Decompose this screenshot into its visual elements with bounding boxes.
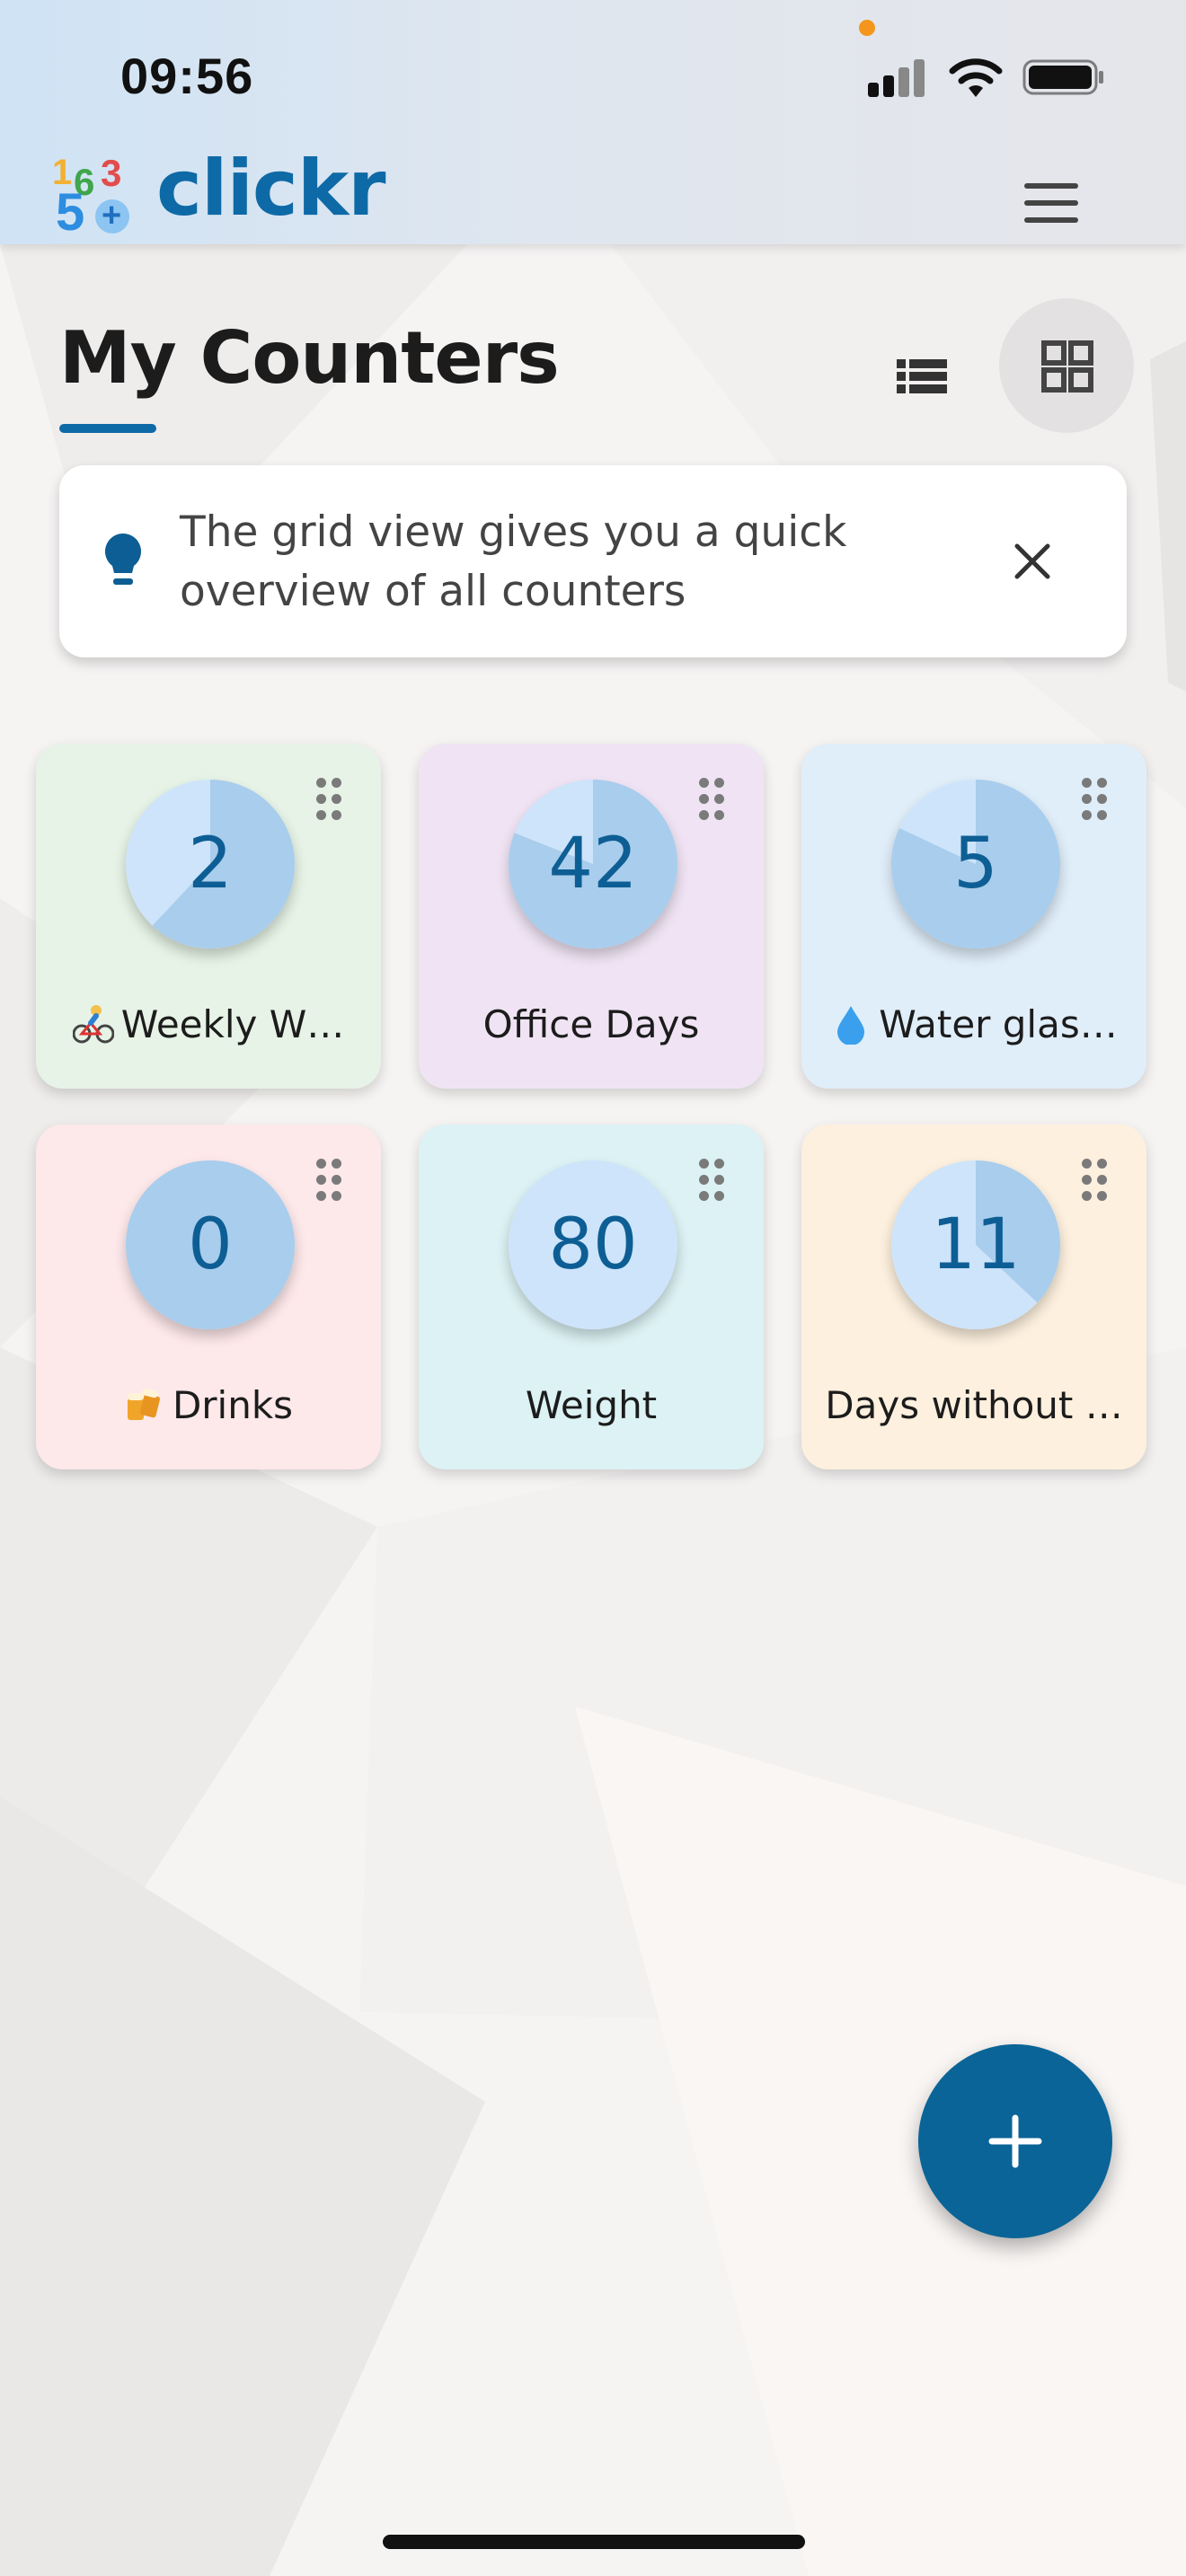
cyclist-emoji-icon — [72, 1005, 114, 1044]
counter-progress-ring[interactable]: 11 — [891, 1160, 1060, 1329]
counter-card[interactable]: 5 Water glas… — [801, 744, 1146, 1089]
counter-label-text: Weekly W… — [120, 1002, 345, 1046]
wifi-icon — [949, 58, 1003, 97]
add-counter-button[interactable] — [918, 2044, 1112, 2238]
counter-progress-ring[interactable]: 80 — [509, 1160, 677, 1329]
counter-label: Days without … — [816, 1383, 1132, 1427]
counter-value: 2 — [188, 824, 233, 904]
drag-handle-icon[interactable] — [699, 778, 724, 821]
status-time: 09:56 — [120, 48, 254, 104]
counter-label-text: Days without … — [825, 1383, 1123, 1427]
drag-handle-icon[interactable] — [316, 778, 341, 821]
counter-progress-ring[interactable]: 2 — [126, 780, 295, 948]
grid-view-button[interactable] — [999, 298, 1134, 433]
close-icon[interactable] — [1003, 532, 1062, 591]
drag-handle-icon[interactable] — [1082, 778, 1107, 821]
counter-value: 5 — [953, 824, 998, 904]
counter-label: Weight — [433, 1383, 749, 1427]
counter-card[interactable]: 0 Drinks — [36, 1125, 381, 1469]
grid-view-icon — [1041, 340, 1093, 393]
counter-value: 0 — [188, 1204, 233, 1285]
title-underline — [59, 424, 156, 433]
page-title: My Counters — [59, 316, 560, 400]
counter-progress-ring[interactable]: 42 — [509, 780, 677, 948]
lightbulb-icon — [105, 534, 141, 585]
counter-card[interactable]: 2 Weekly W… — [36, 744, 381, 1089]
counter-progress-ring[interactable]: 0 — [126, 1160, 295, 1329]
counter-label: Drinks — [50, 1383, 367, 1427]
drag-handle-icon[interactable] — [699, 1159, 724, 1202]
counter-label: Weekly W… — [50, 1002, 367, 1046]
hamburger-menu-icon[interactable] — [1015, 176, 1087, 230]
counter-card[interactable]: 42 Office Days — [419, 744, 764, 1089]
brand-name: clickr — [156, 144, 386, 234]
tip-text: The grid view gives you a quick overview… — [180, 507, 847, 616]
app-header: 09:56 1 6 3 5 + clickr — [0, 0, 1186, 244]
drag-handle-icon[interactable] — [316, 1159, 341, 1202]
beer-mugs-emoji-icon — [127, 1388, 160, 1420]
drag-handle-icon[interactable] — [1082, 1159, 1107, 1202]
counter-label-text: Weight — [525, 1383, 658, 1427]
counter-label-text: Water glas… — [879, 1002, 1118, 1046]
privacy-indicator-dot — [859, 20, 875, 36]
counter-card[interactable]: 80 Weight — [419, 1125, 764, 1469]
counter-label: Water glas… — [816, 1002, 1132, 1046]
counter-progress-ring[interactable]: 5 — [891, 780, 1060, 948]
counter-value: 11 — [931, 1204, 1021, 1285]
app-logo: 1 6 3 5 + — [50, 154, 137, 239]
list-view-icon[interactable] — [881, 336, 961, 417]
counter-card[interactable]: 11 Days without … — [801, 1125, 1146, 1469]
counter-value: 80 — [548, 1204, 638, 1285]
battery-icon — [1022, 59, 1103, 95]
counter-label-text: Office Days — [482, 1002, 700, 1046]
plus-icon — [988, 2114, 1042, 2168]
counter-label: Office Days — [433, 1002, 749, 1046]
counter-value: 42 — [548, 824, 638, 904]
counter-label-text: Drinks — [172, 1383, 294, 1427]
tip-banner: The grid view gives you a quick overview… — [59, 465, 1127, 657]
droplet-emoji-icon — [837, 1006, 865, 1045]
cellular-signal-icon — [868, 57, 925, 97]
home-indicator[interactable] — [383, 2535, 805, 2549]
